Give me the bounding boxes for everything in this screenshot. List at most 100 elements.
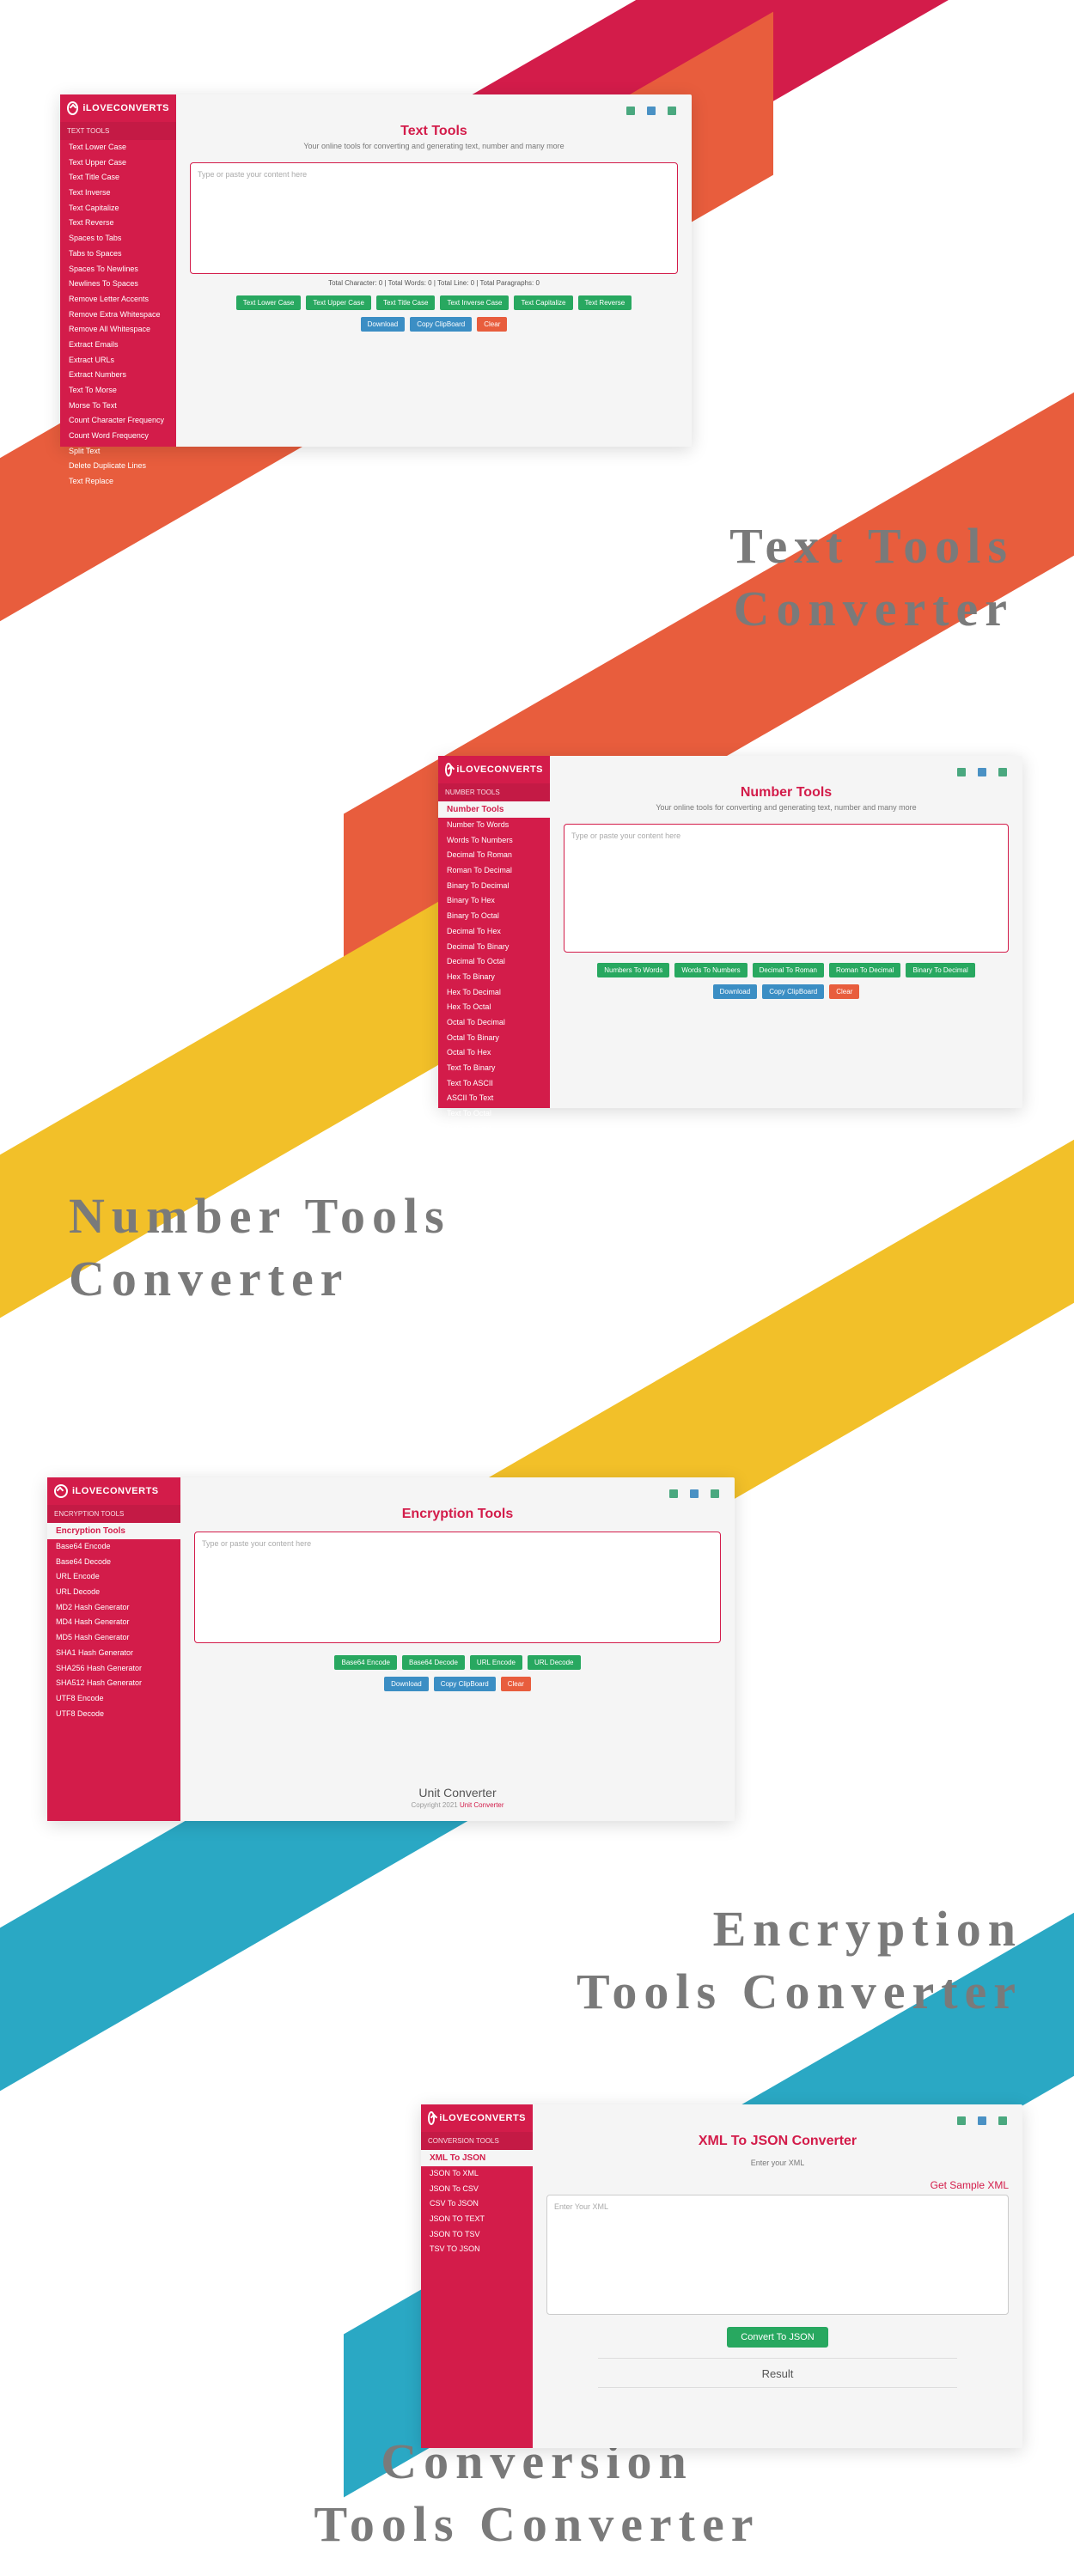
mail-icon[interactable] [998,768,1007,776]
action-button[interactable]: Words To Numbers [674,963,747,977]
sidebar-item[interactable]: Tabs to Spaces [60,247,176,262]
action-button[interactable]: Text Title Case [376,295,435,310]
sidebar-item[interactable]: JSON To XML [421,2166,533,2182]
sidebar-item-active[interactable]: XML To JSON [421,2150,533,2166]
facebook-icon[interactable] [669,1489,678,1498]
action-button[interactable]: Text Reverse [578,295,632,310]
sidebar-item[interactable]: Octal To Decimal [438,1015,550,1031]
sidebar-item[interactable]: Extract URLs [60,353,176,368]
action-button[interactable]: Roman To Decimal [829,963,900,977]
convert-button[interactable]: Convert To JSON [727,2327,827,2348]
sidebar-item[interactable]: Hex To Decimal [438,985,550,1001]
sidebar-item[interactable]: Morse To Text [60,399,176,414]
sidebar-item[interactable]: Spaces To Newlines [60,262,176,277]
sidebar-item[interactable]: Text To Morse [60,383,176,399]
action-button[interactable]: URL Encode [470,1655,522,1670]
sidebar-item[interactable]: Text Upper Case [60,155,176,171]
download-button[interactable]: Download [713,984,758,999]
sidebar-item[interactable]: Text Title Case [60,170,176,186]
sidebar-item[interactable]: MD2 Hash Generator [47,1600,180,1616]
sidebar-item[interactable]: Text Lower Case [60,140,176,155]
action-button[interactable]: Text Lower Case [236,295,302,310]
sidebar-item[interactable]: MD4 Hash Generator [47,1615,180,1630]
action-button[interactable]: URL Decode [528,1655,581,1670]
sidebar-item[interactable]: Text Capitalize [60,201,176,216]
mail-icon[interactable] [711,1489,719,1498]
sidebar-item[interactable]: Binary To Octal [438,909,550,924]
clear-button[interactable]: Clear [477,317,507,332]
sidebar-item[interactable]: Split Text [60,444,176,460]
facebook-icon[interactable] [957,768,966,776]
sidebar-item[interactable]: Decimal To Binary [438,940,550,955]
sidebar-item[interactable]: Number To Words [438,818,550,833]
sidebar-item[interactable]: Text To Binary [438,1061,550,1076]
twitter-icon[interactable] [647,107,656,115]
sidebar-item[interactable]: JSON TO TEXT [421,2212,533,2227]
sidebar-item[interactable]: UTF8 Encode [47,1691,180,1707]
twitter-icon[interactable] [690,1489,699,1498]
sidebar-item[interactable]: JSON To CSV [421,2182,533,2197]
action-button[interactable]: Text Capitalize [514,295,572,310]
download-button[interactable]: Download [361,317,406,332]
sidebar-item[interactable]: Words To Numbers [438,833,550,849]
sidebar-item[interactable]: Hex To Binary [438,970,550,985]
sidebar-item[interactable]: Octal To Binary [438,1031,550,1046]
logo[interactable]: iLOVECONVERTS [421,2104,533,2132]
clear-button[interactable]: Clear [829,984,859,999]
sidebar-item[interactable]: Hex To Octal [438,1000,550,1015]
sidebar-item[interactable]: Count Character Frequency [60,413,176,429]
sidebar-item[interactable]: Delete Duplicate Lines [60,459,176,474]
sidebar-item[interactable]: Text Replace [60,474,176,490]
sidebar-item[interactable]: Spaces to Tabs [60,231,176,247]
sidebar-item-active[interactable]: Encryption Tools [47,1523,180,1539]
sidebar-item[interactable]: Decimal To Roman [438,848,550,863]
sidebar-item[interactable]: Roman To Decimal [438,863,550,879]
sidebar-item[interactable]: Text To Octal [438,1106,550,1122]
sidebar-item[interactable]: CSV To JSON [421,2196,533,2212]
copy-button[interactable]: Copy ClipBoard [434,1677,496,1691]
action-button[interactable]: Decimal To Roman [753,963,824,977]
action-button[interactable]: Binary To Decimal [906,963,974,977]
sidebar-item[interactable]: Base64 Decode [47,1555,180,1570]
action-button[interactable]: Base64 Decode [402,1655,465,1670]
download-button[interactable]: Download [384,1677,429,1691]
facebook-icon[interactable] [957,2116,966,2125]
sidebar-item[interactable]: Remove Letter Accents [60,292,176,308]
sidebar-item[interactable]: Octal To Text [438,1122,550,1137]
action-button[interactable]: Text Inverse Case [440,295,509,310]
sidebar-item[interactable]: Decimal To Hex [438,924,550,940]
sidebar-item[interactable]: Decimal To Octal [438,954,550,970]
mail-icon[interactable] [998,2116,1007,2125]
logo[interactable]: iLOVECONVERTS [47,1477,180,1505]
footer-link[interactable]: Unit Converter [460,1801,504,1809]
sidebar-item[interactable]: SHA1 Hash Generator [47,1646,180,1661]
action-button[interactable]: Base64 Encode [334,1655,397,1670]
twitter-icon[interactable] [978,2116,986,2125]
content-textarea[interactable]: Type or paste your content here [564,824,1009,953]
sidebar-item[interactable]: SHA256 Hash Generator [47,1661,180,1677]
action-button[interactable]: Numbers To Words [597,963,669,977]
logo[interactable]: iLOVECONVERTS [60,94,176,122]
sidebar-item[interactable]: Text Inverse [60,186,176,201]
facebook-icon[interactable] [626,107,635,115]
sidebar-item[interactable]: Base64 Encode [47,1539,180,1555]
logo[interactable]: iLOVECONVERTS [438,756,550,783]
sidebar-item[interactable]: Text To ASCII [438,1076,550,1092]
action-button[interactable]: Text Upper Case [306,295,371,310]
sidebar-item[interactable]: Extract Numbers [60,368,176,383]
content-textarea[interactable]: Type or paste your content here [190,162,678,274]
sidebar-item[interactable]: JSON TO TSV [421,2227,533,2243]
sidebar-item[interactable]: Count Word Frequency [60,429,176,444]
sidebar-item[interactable]: Extract Emails [60,338,176,353]
sidebar-item[interactable]: Remove All Whitespace [60,322,176,338]
sidebar-item[interactable]: UTF8 Decode [47,1707,180,1722]
content-textarea[interactable]: Type or paste your content here [194,1532,721,1643]
xml-textarea[interactable]: Enter Your XML [546,2195,1009,2315]
sidebar-item[interactable]: Newlines To Spaces [60,277,176,292]
sidebar-item[interactable]: Text To Hex [438,1136,550,1152]
clear-button[interactable]: Clear [501,1677,531,1691]
sample-link[interactable]: Get Sample XML [546,2179,1009,2191]
sidebar-item[interactable]: Binary To Hex [438,893,550,909]
copy-button[interactable]: Copy ClipBoard [762,984,824,999]
sidebar-item[interactable]: Text Reverse [60,216,176,231]
